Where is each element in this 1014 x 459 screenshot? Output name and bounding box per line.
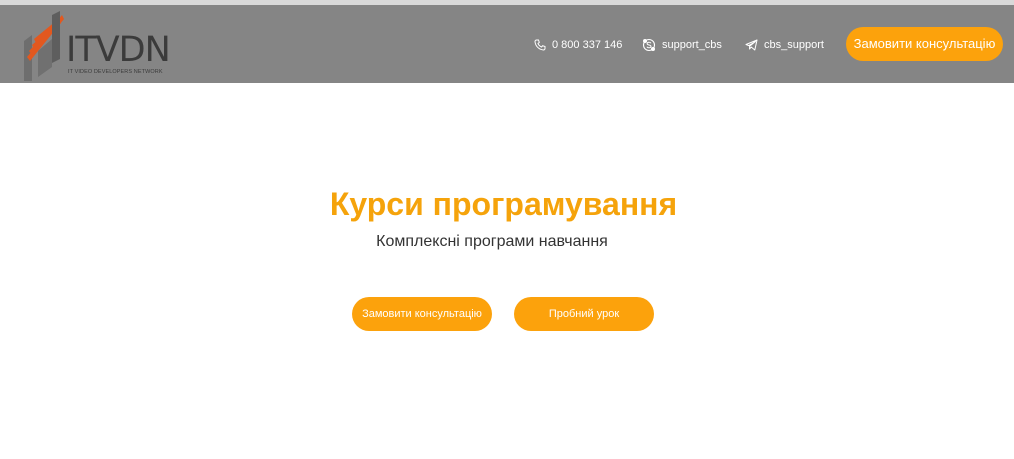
phone-link[interactable]: 0 800 337 146 <box>534 37 622 53</box>
itvdn-logo[interactable]: ITVDN IT VIDEO DEVELOPERS NETWORK <box>24 11 174 81</box>
logo-mark-icon <box>24 11 64 81</box>
phone-number: 0 800 337 146 <box>552 39 623 51</box>
phone-icon <box>534 39 546 51</box>
skype-link[interactable]: support_cbs <box>642 37 722 53</box>
hero-subtitle: Комплексні програми навчання <box>376 233 608 250</box>
logo-wordmark: ITVDN <box>66 30 171 70</box>
skype-handle: support_cbs <box>662 39 722 51</box>
site-header: ITVDN IT VIDEO DEVELOPERS NETWORK 0 800 … <box>0 5 1014 83</box>
telegram-link[interactable]: cbs_support <box>745 37 824 53</box>
trial-lesson-button[interactable]: Пробний урок <box>514 297 654 331</box>
logo-tagline: IT VIDEO DEVELOPERS NETWORK <box>68 69 163 75</box>
hero-title: Курси програмування <box>329 186 678 222</box>
skype-icon <box>642 38 656 52</box>
telegram-icon <box>745 39 758 51</box>
order-consultation-button[interactable]: Замовити консультацію <box>352 297 492 331</box>
order-consultation-header-button[interactable]: Замовити консультацію <box>846 27 1003 61</box>
telegram-handle: cbs_support <box>764 39 824 51</box>
